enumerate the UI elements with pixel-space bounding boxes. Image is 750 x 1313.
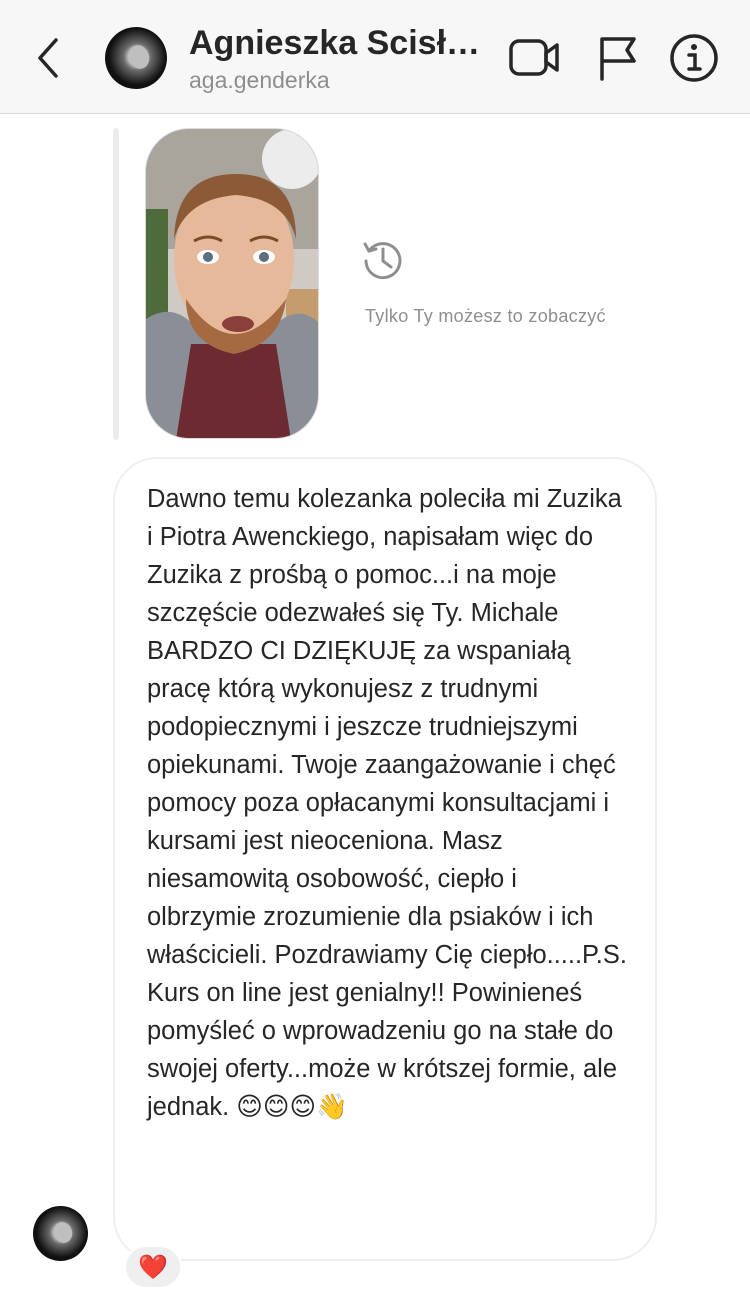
sender-avatar[interactable] (33, 1206, 88, 1261)
story-reply-bar (113, 128, 119, 440)
visibility-note: Tylko Ty możesz to zobaczyć (365, 306, 606, 326)
history-icon (360, 236, 406, 282)
contact-avatar[interactable] (105, 27, 167, 89)
message-bubble[interactable]: Dawno temu kolezanka poleciła mi Zuzika … (113, 457, 657, 1261)
story-thumbnail[interactable] (145, 128, 319, 439)
heart-reaction[interactable]: ❤️ (124, 1245, 182, 1289)
contact-name[interactable]: Agnieszka Scisło... (189, 24, 494, 63)
info-icon[interactable] (668, 33, 720, 83)
message-text: Dawno temu kolezanka poleciła mi Zuzika … (147, 485, 627, 1121)
back-arrow-icon[interactable] (28, 34, 68, 82)
chat-header: Agnieszka Scisło... aga.genderka (0, 0, 750, 114)
flag-icon[interactable] (594, 33, 646, 83)
video-call-icon[interactable] (508, 33, 560, 83)
contact-username[interactable]: aga.genderka (189, 67, 330, 94)
